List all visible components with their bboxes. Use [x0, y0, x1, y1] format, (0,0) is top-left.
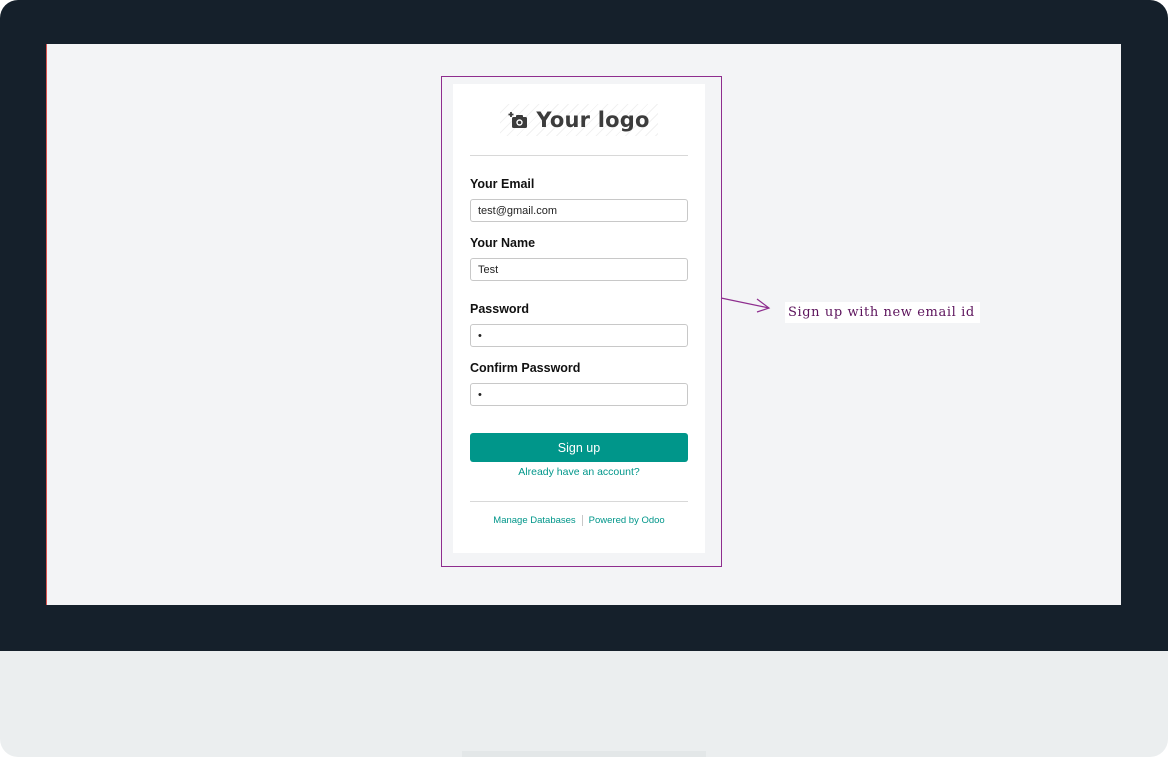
password-field[interactable]: [470, 324, 688, 347]
password-label: Password: [470, 302, 530, 316]
annotation-label: Sign up with new email id: [785, 302, 980, 323]
logo: Your logo: [500, 103, 658, 136]
signup-card: Your logo Your Email Your Name Password …: [453, 84, 705, 553]
manage-databases-link[interactable]: Manage Databases: [493, 515, 575, 526]
email-label: Your Email: [470, 177, 535, 191]
name-label: Your Name: [470, 236, 536, 250]
monitor-bezel: Your logo Your Email Your Name Password …: [0, 0, 1168, 651]
annotation-arrow-icon: [720, 297, 771, 313]
signup-button[interactable]: Sign up: [470, 433, 688, 462]
logo-area: Your logo: [470, 84, 688, 156]
name-field[interactable]: [470, 258, 688, 281]
confirm-password-label: Confirm Password: [470, 361, 581, 375]
footer-separator: [581, 515, 583, 526]
monitor-stand: [462, 751, 706, 757]
monitor-frame: Your logo Your Email Your Name Password …: [0, 0, 1168, 757]
login-link[interactable]: Already have an account?: [470, 466, 688, 478]
confirm-password-field[interactable]: [470, 383, 688, 406]
screen: Your logo Your Email Your Name Password …: [46, 44, 1121, 605]
logo-text: Your logo: [536, 107, 650, 132]
card-footer: Manage Databases Powered by Odoo: [470, 515, 688, 526]
email-field[interactable]: [470, 199, 688, 222]
camera-icon: [508, 111, 528, 128]
powered-by-odoo-link[interactable]: Powered by Odoo: [589, 515, 665, 526]
